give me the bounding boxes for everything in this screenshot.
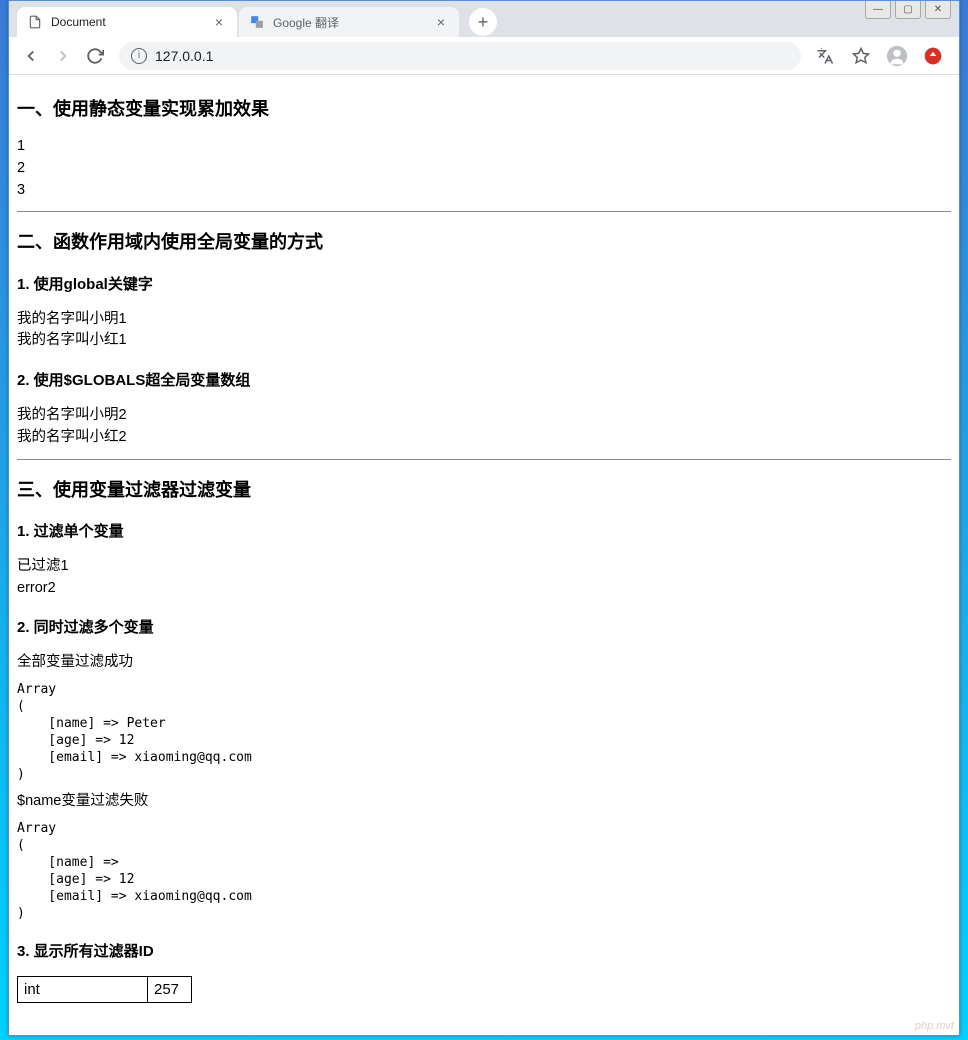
extension-icon[interactable]: [919, 42, 947, 70]
output-line: 我的名字叫小红2: [17, 427, 951, 449]
divider: [17, 459, 951, 460]
window-controls: — ▢ ✕: [865, 1, 951, 19]
watermark: php.mvt: [915, 1020, 954, 1032]
tab-google-translate[interactable]: Google 翻译 ×: [239, 7, 459, 37]
star-icon[interactable]: [847, 42, 875, 70]
table-cell: int: [18, 976, 148, 1002]
forward-button[interactable]: [49, 42, 77, 70]
output-block: 1 2 3: [17, 136, 951, 201]
new-tab-button[interactable]: +: [469, 8, 497, 36]
file-icon: [27, 14, 43, 30]
output-line: 3: [17, 180, 951, 202]
tab-strip: Document × Google 翻译 × +: [9, 1, 959, 37]
close-window-button[interactable]: ✕: [925, 1, 951, 19]
output-line: 我的名字叫小红1: [17, 330, 951, 352]
table-row: int 257: [18, 976, 192, 1002]
tab-title: Google 翻译: [273, 14, 425, 31]
output-line: 全部变量过滤成功: [17, 652, 951, 674]
output-line: 我的名字叫小明1: [17, 309, 951, 331]
section-heading: 二、函数作用域内使用全局变量的方式: [17, 230, 951, 255]
table-cell: 257: [148, 976, 192, 1002]
output-block: 我的名字叫小明2 我的名字叫小红2: [17, 405, 951, 449]
sub-heading: 2. 使用$GLOBALS超全局变量数组: [17, 370, 951, 391]
sub-heading: 3. 显示所有过滤器ID: [17, 941, 951, 962]
reload-button[interactable]: [81, 42, 109, 70]
toolbar: i 127.0.0.1: [9, 37, 959, 75]
sub-heading: 1. 使用global关键字: [17, 274, 951, 295]
page-content[interactable]: 一、使用静态变量实现累加效果 1 2 3 二、函数作用域内使用全局变量的方式 1…: [9, 75, 959, 1035]
tab-document[interactable]: Document ×: [17, 7, 237, 37]
divider: [17, 211, 951, 212]
close-icon[interactable]: ×: [211, 14, 227, 30]
minimize-button[interactable]: —: [865, 1, 891, 19]
profile-icon[interactable]: [883, 42, 911, 70]
output-line: 已过滤1: [17, 556, 951, 578]
toolbar-right: [811, 42, 951, 70]
maximize-button[interactable]: ▢: [895, 1, 921, 19]
output-line: 1: [17, 136, 951, 158]
translate-icon: [249, 14, 265, 30]
output-line: 我的名字叫小明2: [17, 405, 951, 427]
sub-heading: 1. 过滤单个变量: [17, 521, 951, 542]
address-bar[interactable]: i 127.0.0.1: [119, 42, 801, 70]
array-dump: Array ( [name] => Peter [age] => 12 [ema…: [17, 682, 951, 783]
section-heading: 三、使用变量过滤器过滤变量: [17, 478, 951, 503]
browser-window: — ▢ ✕ Document × Google 翻译 × +: [8, 0, 960, 1036]
close-icon[interactable]: ×: [433, 14, 449, 30]
output-block: 已过滤1 error2: [17, 556, 951, 600]
sub-heading: 2. 同时过滤多个变量: [17, 617, 951, 638]
output-line: error2: [17, 578, 951, 600]
translate-icon[interactable]: [811, 42, 839, 70]
filter-table: int 257: [17, 976, 192, 1003]
array-dump: Array ( [name] => [age] => 12 [email] =>…: [17, 821, 951, 922]
info-icon[interactable]: i: [131, 48, 147, 64]
back-button[interactable]: [17, 42, 45, 70]
output-line: 2: [17, 158, 951, 180]
section-heading: 一、使用静态变量实现累加效果: [17, 97, 951, 122]
url-text: 127.0.0.1: [155, 48, 213, 64]
output-line: $name变量过滤失败: [17, 791, 951, 813]
output-block: 我的名字叫小明1 我的名字叫小红1: [17, 309, 951, 353]
tab-title: Document: [51, 15, 203, 29]
